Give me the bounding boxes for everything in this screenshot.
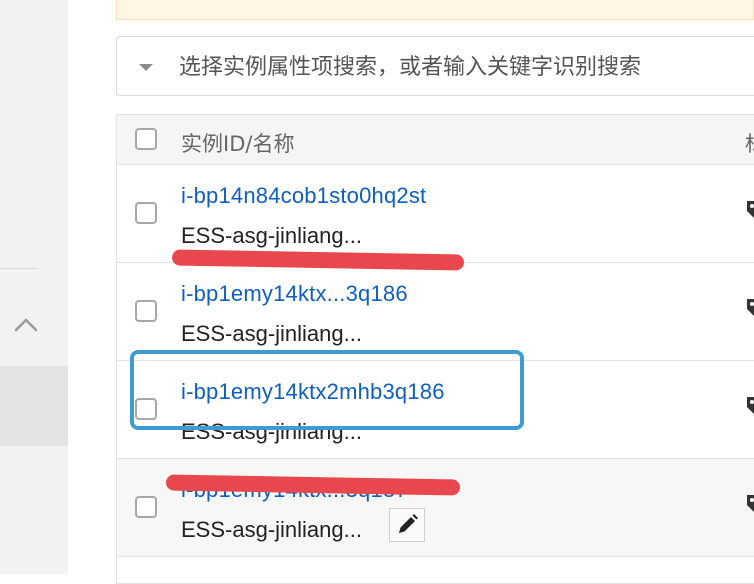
notice-banner <box>116 0 754 20</box>
instance-id-link[interactable]: i-bp1emy14ktx...3q186 <box>181 281 408 307</box>
caret-down-icon[interactable] <box>139 64 153 71</box>
left-sidebar <box>0 0 68 574</box>
row-checkbox[interactable] <box>135 202 157 224</box>
column-header-tag: 标 <box>745 128 754 158</box>
edit-name-button[interactable] <box>389 508 425 542</box>
highlight-box <box>130 350 524 430</box>
sidebar-divider <box>0 268 38 269</box>
instance-name: ESS-asg-jinliang... <box>181 223 362 248</box>
tag-icon[interactable] <box>745 395 754 419</box>
search-input[interactable] <box>177 47 741 87</box>
table-header: 实例ID/名称 标 <box>117 115 754 165</box>
instance-search-box[interactable] <box>116 36 754 96</box>
table-row: i-bp14n84cob1sto0hq2st ESS-asg-jinliang.… <box>117 165 754 263</box>
instance-name: ESS-asg-jinliang... <box>181 517 362 542</box>
row-checkbox[interactable] <box>135 300 157 322</box>
tag-icon[interactable] <box>745 493 754 517</box>
table-row: i-bp1emy14ktx...3q187 ESS-asg-jinliang..… <box>117 459 754 557</box>
instance-id-link[interactable]: i-bp14n84cob1sto0hq2st <box>181 183 426 209</box>
select-all-checkbox[interactable] <box>135 128 157 150</box>
tag-icon[interactable] <box>745 199 754 223</box>
row-checkbox[interactable] <box>135 496 157 518</box>
column-header-id-name: 实例ID/名称 <box>181 132 295 156</box>
sidebar-item-selected[interactable] <box>0 366 68 446</box>
instance-table: 实例ID/名称 标 i-bp14n84cob1sto0hq2st ESS-asg… <box>116 114 754 584</box>
table-row: i-bp1emy14ktx...3q186 ESS-asg-jinliang..… <box>117 263 754 361</box>
chevron-up-icon[interactable] <box>12 312 40 338</box>
tag-icon[interactable] <box>745 297 754 321</box>
instance-name: ESS-asg-jinliang... <box>181 321 362 346</box>
pencil-icon <box>399 514 418 533</box>
